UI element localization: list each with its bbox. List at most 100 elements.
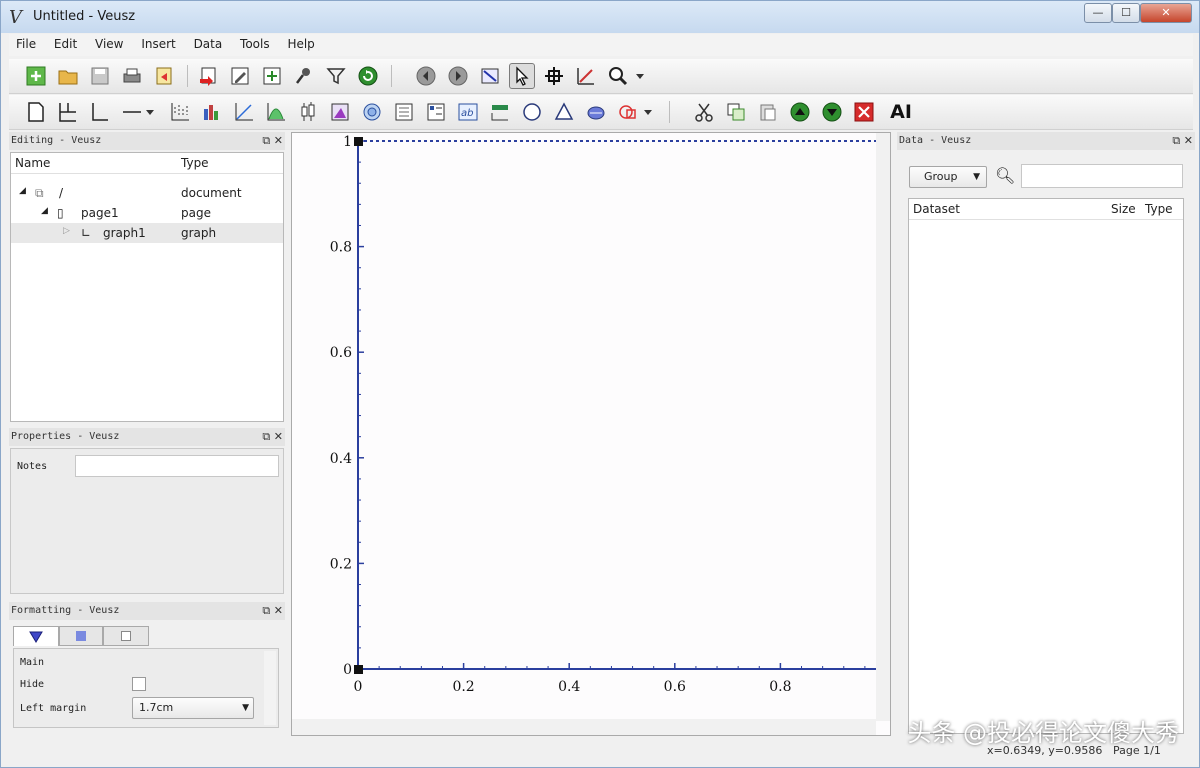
properties-panel-controls[interactable]: ⧉ ✕ [262, 428, 283, 446]
x-tick-label: 0.6 [664, 679, 686, 695]
add-xy-plot-icon[interactable] [167, 99, 193, 125]
delete-widget-icon[interactable] [851, 99, 877, 125]
add-grid-icon[interactable] [55, 99, 81, 125]
add-function-icon[interactable] [263, 99, 289, 125]
close-icon: ✕ [273, 604, 283, 617]
add-label-icon[interactable]: ab [455, 99, 481, 125]
crosshair-icon[interactable] [541, 63, 567, 89]
add-shape-icon[interactable] [583, 99, 609, 125]
properties-panel: Properties - Veusz ⧉ ✕ Notes [9, 428, 285, 596]
add-fit-icon[interactable] [231, 99, 257, 125]
menu-insert[interactable]: Insert [134, 34, 182, 54]
capture-data-icon[interactable] [291, 63, 317, 89]
copy-icon[interactable] [723, 99, 749, 125]
tab-main[interactable] [13, 626, 59, 646]
import-data-icon[interactable] [195, 63, 221, 89]
collapse-arrow-icon[interactable]: ◢ [19, 186, 26, 196]
cut-icon[interactable] [691, 99, 717, 125]
window-title: Untitled - Veusz [33, 9, 136, 24]
add-ellipse-icon[interactable] [519, 99, 545, 125]
x-tick-label: 0.4 [558, 679, 580, 695]
selection-handle-bottom[interactable] [354, 665, 363, 674]
filter-icon[interactable] [323, 63, 349, 89]
formatting-panel-controls[interactable]: ⧉ ✕ [262, 602, 283, 620]
add-vector-field-icon[interactable] [391, 99, 417, 125]
group-dropdown[interactable]: Group ▼ [909, 166, 987, 188]
x-tick-label: 0 [354, 679, 363, 695]
add-boxplot-icon[interactable] [295, 99, 321, 125]
menu-help[interactable]: Help [280, 34, 321, 54]
shape-dropdown-icon[interactable] [641, 99, 655, 125]
main-section-label: Main [20, 657, 45, 668]
tree-row-page[interactable]: ◢ ▯ page1 page [11, 203, 283, 223]
axis-dropdown-icon[interactable] [143, 99, 157, 125]
fit-page-icon[interactable] [477, 63, 503, 89]
left-margin-select[interactable]: 1.7cm ▼ [132, 697, 254, 719]
graph1-plot: 0 0.2 0.4 0.6 0.8 1 0 0.2 0.4 0.6 0.8 [292, 133, 890, 735]
menu-view[interactable]: View [88, 34, 130, 54]
menu-edit[interactable]: Edit [47, 34, 84, 54]
add-bar-chart-icon[interactable] [199, 99, 225, 125]
zoom-dropdown-icon[interactable] [633, 63, 647, 89]
tree-row-graph[interactable]: ▷ ∟ graph1 graph [11, 223, 283, 243]
ai-button[interactable]: AI [885, 99, 917, 125]
select-pointer-icon[interactable] [509, 63, 535, 89]
save-icon[interactable] [87, 63, 113, 89]
add-polygon-icon[interactable] [551, 99, 577, 125]
previous-page-icon[interactable] [413, 63, 439, 89]
notes-input[interactable] [75, 455, 279, 477]
formatting-scrollbar[interactable] [264, 651, 276, 725]
add-image-icon[interactable] [327, 99, 353, 125]
add-axis-icon[interactable] [119, 99, 145, 125]
move-down-icon[interactable] [819, 99, 845, 125]
print-icon[interactable] [119, 63, 145, 89]
paste-icon[interactable] [755, 99, 781, 125]
selection-handle-top[interactable] [354, 137, 363, 146]
tab-background[interactable] [59, 626, 103, 646]
formatting-panel-title: Formatting - Veusz [9, 602, 285, 620]
watermark-text: 头条 @投必得论文傻大秀 [907, 719, 1179, 747]
menu-file[interactable]: File [9, 34, 43, 54]
expand-arrow-icon[interactable]: ▷ [63, 226, 70, 236]
col-type[interactable]: Type [1145, 202, 1173, 216]
plot-horizontal-scrollbar[interactable] [292, 719, 876, 735]
menu-tools[interactable]: Tools [233, 34, 277, 54]
add-contour-icon[interactable] [359, 99, 385, 125]
create-dataset-icon[interactable] [259, 63, 285, 89]
add-graph-icon[interactable] [87, 99, 113, 125]
tab-border[interactable] [103, 626, 149, 646]
hide-checkbox[interactable] [132, 677, 146, 691]
add-rectangle-icon[interactable] [615, 99, 641, 125]
tree-col-type[interactable]: Type [181, 156, 209, 170]
add-colorbar-icon[interactable] [487, 99, 513, 125]
open-folder-icon[interactable] [55, 63, 81, 89]
dataset-search-input[interactable] [1021, 164, 1183, 188]
editing-panel-controls[interactable]: ⧉ ✕ [262, 132, 283, 150]
data-panel-title: Data - Veusz [897, 132, 1195, 150]
minimize-button[interactable]: — [1084, 3, 1112, 23]
close-window-button[interactable]: ✕ [1140, 3, 1192, 23]
tree-row-document[interactable]: ◢ ⧉ / document [11, 183, 283, 203]
chevron-down-icon: ▼ [242, 703, 249, 713]
plot-vertical-scrollbar[interactable] [876, 133, 890, 721]
edit-data-icon[interactable] [227, 63, 253, 89]
plot-canvas[interactable]: 0 0.2 0.4 0.6 0.8 1 0 0.2 0.4 0.6 0.8 [291, 132, 891, 736]
collapse-arrow-icon[interactable]: ◢ [41, 206, 48, 216]
reload-icon[interactable] [355, 63, 381, 89]
y-tick-label: 0.4 [330, 451, 352, 467]
tree-item-name: / [59, 186, 64, 200]
col-size[interactable]: Size [1111, 202, 1136, 216]
tree-col-name[interactable]: Name [15, 156, 50, 170]
menu-data[interactable]: Data [187, 34, 230, 54]
zoom-menu-icon[interactable] [605, 63, 631, 89]
maximize-button[interactable]: ☐ [1112, 3, 1140, 23]
data-panel-controls[interactable]: ⧉ ✕ [1172, 132, 1193, 150]
add-key-icon[interactable] [423, 99, 449, 125]
next-page-icon[interactable] [445, 63, 471, 89]
export-icon[interactable] [151, 63, 177, 89]
col-dataset[interactable]: Dataset [913, 202, 960, 216]
move-up-icon[interactable] [787, 99, 813, 125]
add-page-icon[interactable] [23, 99, 49, 125]
graph-zoom-icon[interactable] [573, 63, 599, 89]
new-document-icon[interactable] [23, 63, 49, 89]
